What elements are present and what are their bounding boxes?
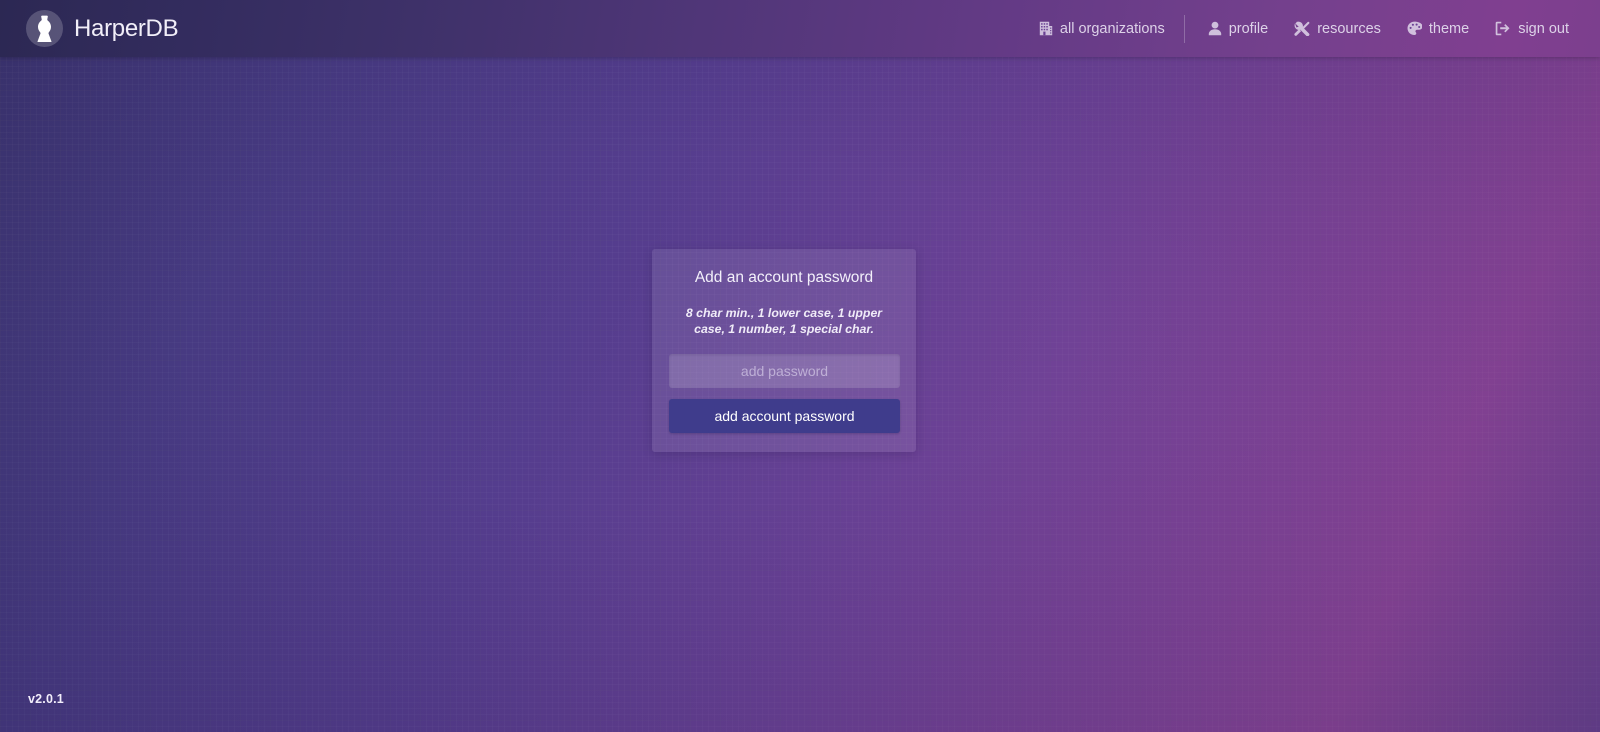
nav-item-profile[interactable]: profile — [1195, 0, 1282, 57]
harperdb-pawn-logo-icon — [26, 10, 63, 47]
sign-out-icon — [1495, 21, 1511, 36]
app-root: HarperDB all organizations profile resou… — [0, 0, 1600, 732]
nav-item-theme[interactable]: theme — [1394, 0, 1482, 57]
brand-logo-link[interactable]: HarperDB — [0, 10, 179, 47]
tools-icon — [1294, 21, 1310, 36]
add-account-password-button[interactable]: add account password — [669, 398, 900, 433]
nav-item-resources[interactable]: resources — [1281, 0, 1394, 57]
password-input[interactable] — [669, 353, 900, 388]
version-label: v2.0.1 — [28, 692, 64, 706]
nav-label-sign-out: sign out — [1518, 20, 1569, 37]
add-account-password-card: Add an account password 8 char min., 1 l… — [652, 249, 916, 452]
card-title: Add an account password — [694, 269, 874, 286]
nav-label-all-organizations: all organizations — [1059, 20, 1165, 37]
nav-label-profile: profile — [1228, 20, 1269, 37]
building-icon — [1039, 21, 1053, 36]
nav-label-theme: theme — [1428, 20, 1470, 37]
nav-divider — [1183, 14, 1185, 43]
nav-item-all-organizations[interactable]: all organizations — [1026, 0, 1178, 57]
user-icon — [1208, 21, 1222, 36]
palette-icon — [1407, 21, 1422, 36]
nav-item-sign-out[interactable]: sign out — [1482, 0, 1582, 57]
app-header: HarperDB all organizations profile resou… — [0, 0, 1600, 57]
password-requirements-text: 8 char min., 1 lower case, 1 upper case,… — [685, 305, 883, 337]
nav-label-resources: resources — [1317, 20, 1381, 37]
brand-name: HarperDB — [74, 14, 179, 42]
header-nav: all organizations profile resources them… — [1026, 0, 1600, 57]
